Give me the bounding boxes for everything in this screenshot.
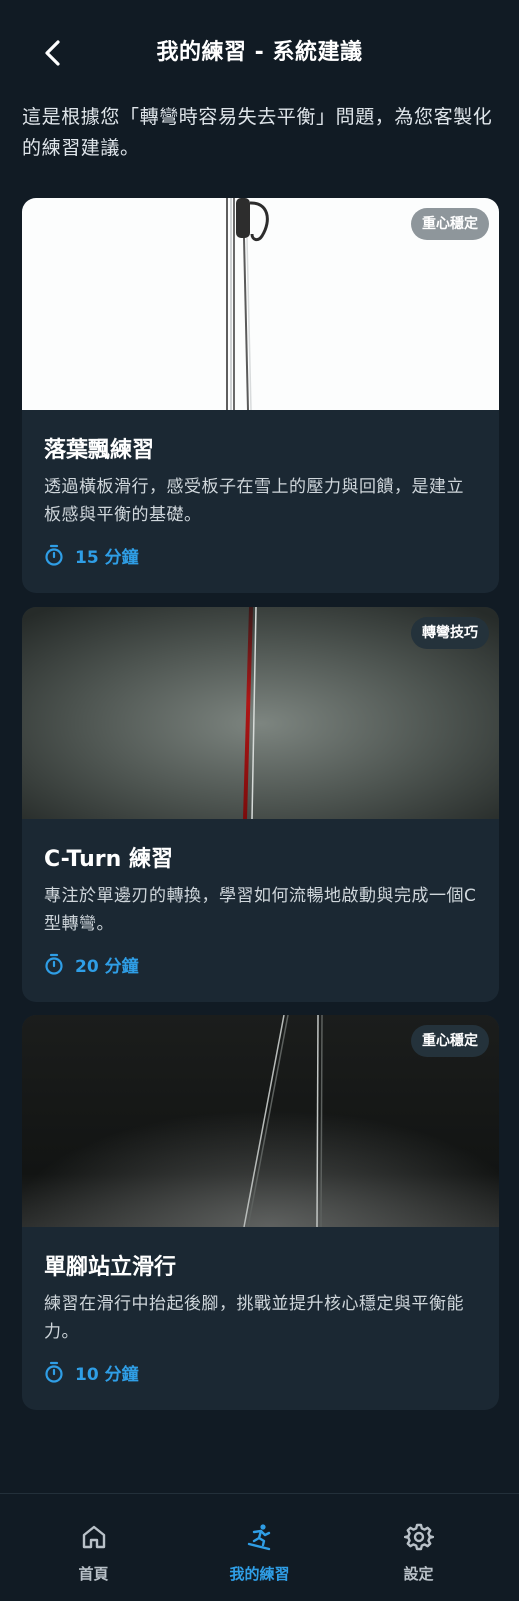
exercise-title: C-Turn 練習 [44, 847, 173, 872]
nav-label: 我的練習 [229, 1565, 290, 1583]
bottom-navigation: 首頁 我的練習 設定 [0, 1493, 519, 1601]
nav-item-settings[interactable]: 設定 [332, 1494, 505, 1601]
page-title: 我的練習 - 系統建議 [156, 40, 363, 65]
exercise-card-one-foot-glide[interactable]: 重心穩定 單腳站立滑行 練習在滑行中抬起後腳，挑戰並提升核心穩定與平衡能力。 1… [22, 1015, 499, 1410]
exercise-duration: 15 分鐘 [44, 541, 139, 569]
exercise-card-falling-leaf[interactable]: 重心穩定 落葉飄練習 透過橫板滑行，感受板子在雪上的壓力與回饋，是建立板感與平衡… [22, 198, 499, 593]
timer-icon [45, 953, 63, 975]
nav-item-home[interactable]: 首頁 [7, 1494, 180, 1601]
gear-icon [403, 1523, 434, 1551]
nav-label: 設定 [403, 1565, 434, 1583]
home-icon [82, 1525, 105, 1549]
exercise-card-c-turn[interactable]: 轉彎技巧 C-Turn 練習 專注於單邊刃的轉換，學習如何流暢地啟動與完成一個C… [22, 607, 499, 1002]
category-badge: 重心穩定 [411, 208, 489, 240]
snowboarder-icon [247, 1524, 270, 1551]
duration-label: 15 分鐘 [75, 547, 139, 568]
intro-text: 這是根據您「轉彎時容易失去平衡」問題，為您客製化的練習建議。 [22, 106, 493, 159]
exercise-title: 單腳站立滑行 [44, 1255, 177, 1280]
timer-icon [45, 1361, 63, 1383]
category-badge: 轉彎技巧 [411, 617, 489, 649]
exercise-duration: 10 分鐘 [44, 1358, 139, 1386]
nav-label: 首頁 [78, 1565, 109, 1583]
duration-label: 20 分鐘 [75, 956, 139, 977]
timer-icon [45, 544, 63, 566]
top-bar: 我的練習 - 系統建議 [0, 0, 519, 106]
exercise-description: 專注於單邊刃的轉換，學習如何流暢地啟動與完成一個C型轉彎。 [44, 886, 477, 934]
exercise-duration: 20 分鐘 [44, 950, 139, 978]
category-badge: 重心穩定 [411, 1025, 489, 1057]
nav-item-my-practice[interactable]: 我的練習 [173, 1494, 346, 1601]
exercise-description: 透過橫板滑行，感受板子在雪上的壓力與回饋，是建立板感與平衡的基礎。 [44, 477, 464, 525]
exercise-description: 練習在滑行中抬起後腳，挑戰並提升核心穩定與平衡能力。 [44, 1294, 464, 1342]
exercise-title: 落葉飄練習 [44, 438, 155, 463]
duration-label: 10 分鐘 [75, 1364, 139, 1385]
